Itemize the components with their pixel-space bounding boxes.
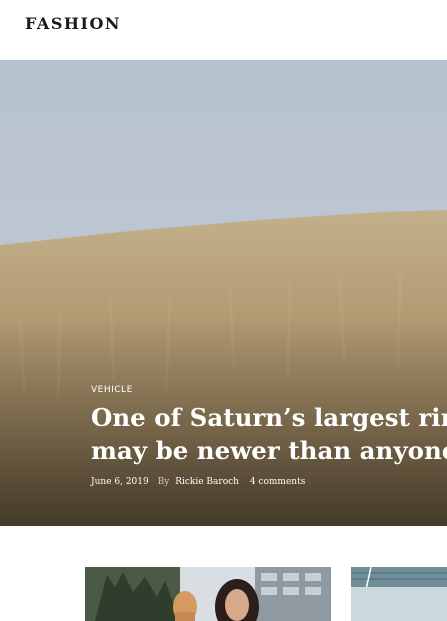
post-date: June 6, 2019 (91, 477, 149, 487)
post-card-image-2 (351, 567, 447, 621)
comments-link[interactable]: 4 comments (250, 477, 305, 487)
featured-post-content: VEHICLE One of Saturn’s largest rings ma… (91, 385, 447, 487)
post-card-thumbnail-2[interactable] (351, 567, 447, 621)
post-card-image (85, 567, 331, 621)
featured-post[interactable]: VEHICLE One of Saturn’s largest rings ma… (0, 60, 447, 526)
author-link[interactable]: Rickie Baroch (175, 477, 239, 487)
post-card-thumbnail[interactable] (85, 567, 331, 621)
site-logo[interactable]: FASHION (25, 14, 121, 33)
post-title-line-2: may be newer than anyone (91, 436, 447, 465)
category-link[interactable]: VEHICLE (91, 385, 447, 395)
post-meta: June 6, 2019 By Rickie Baroch 4 comments (91, 477, 447, 487)
post-title[interactable]: One of Saturn’s largest rings may be new… (91, 401, 447, 467)
by-label: By (157, 477, 170, 487)
site-header: FASHION (0, 0, 447, 60)
post-title-line-1: One of Saturn’s largest rings (91, 403, 447, 432)
